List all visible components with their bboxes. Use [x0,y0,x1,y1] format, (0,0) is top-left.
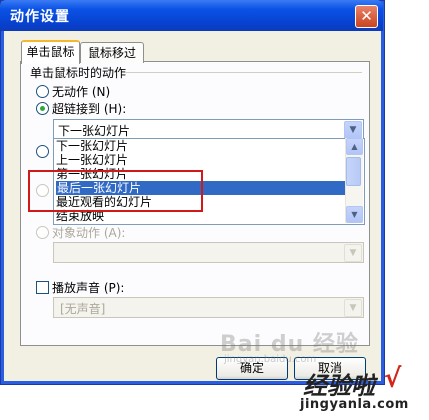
scroll-down-icon[interactable]: ▼ [346,206,363,223]
list-item[interactable]: 下一张幻灯片 [56,139,128,153]
radio-hyperlink-label: 超链接到 (H): [52,102,127,116]
tab-mouse-click[interactable]: 单击鼠标 [21,40,80,64]
check-icon: √ [384,364,402,394]
highlight-box [28,170,203,212]
hyperlink-select[interactable]: 下一张幻灯片 ▼ [53,119,364,140]
sound-select[interactable]: [无声音] ▼ [53,297,364,318]
radio-no-action[interactable] [36,85,49,98]
watermark-subtext: jingyan.baidu.com [224,354,317,365]
window-title: 动作设置 [10,9,70,25]
radio-hyperlink[interactable] [36,102,49,115]
radio-no-action-label: 无动作 (N) [52,85,111,99]
chevron-down-icon[interactable]: ▼ [344,121,362,139]
scroll-thumb[interactable] [346,157,361,186]
site-watermark: 经验啦 [303,372,375,400]
chevron-down-icon[interactable]: ▼ [344,299,362,317]
scroll-up-icon[interactable]: ▲ [346,138,363,155]
hyperlink-select-value: 下一张幻灯片 [58,124,131,138]
radio-object-action-label: 对象动作 (A): [52,226,126,240]
chevron-down-icon[interactable]: ▼ [344,244,362,262]
close-icon: ✕ [360,7,373,25]
group-label: 单击鼠标时的动作 [30,66,127,80]
radio-run-program[interactable] [36,145,49,158]
close-button[interactable]: ✕ [355,5,378,28]
tab-mouse-over[interactable]: 鼠标移过 [80,42,144,63]
radio-object-action[interactable] [36,226,49,239]
play-sound-label: 播放声音 (P): [52,281,125,295]
object-action-select[interactable]: ▼ [53,242,364,263]
group-divider [125,72,362,73]
sound-select-value: [无声音] [60,302,106,316]
list-item[interactable]: 上一张幻灯片 [56,153,128,167]
site-url: jingyanla.com [300,397,409,412]
title-bar[interactable]: 动作设置 ✕ [0,0,383,31]
play-sound-checkbox[interactable] [36,281,49,294]
